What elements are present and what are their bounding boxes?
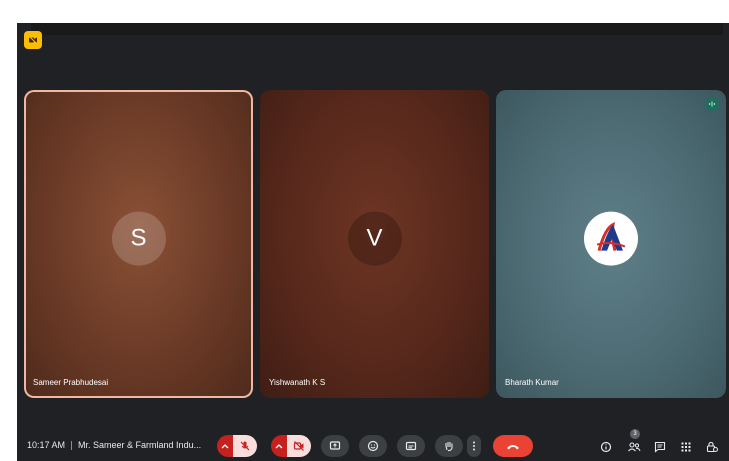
- camera-off-icon: [293, 441, 304, 451]
- captions-button[interactable]: [397, 435, 425, 457]
- company-logo-icon: [584, 211, 638, 266]
- meeting-title[interactable]: Mr. Sameer & Farmland Indu...: [78, 440, 201, 450]
- info-icon: [600, 441, 612, 453]
- emoji-icon: [367, 440, 379, 452]
- activities-icon: [681, 442, 691, 452]
- meeting-details-button[interactable]: [598, 439, 614, 455]
- people-count-badge: 3: [630, 429, 640, 439]
- captions-icon: [405, 441, 417, 451]
- leave-call-button[interactable]: [493, 435, 533, 457]
- raise-hand-button[interactable]: [435, 435, 463, 457]
- participant-name: Sameer Prabhudesai: [33, 378, 109, 387]
- present-button[interactable]: [321, 435, 349, 457]
- end-call-icon: [507, 445, 519, 450]
- people-button[interactable]: 3: [626, 429, 642, 455]
- chevron-up-icon: [221, 444, 229, 449]
- chat-button[interactable]: [652, 439, 668, 455]
- avatar-initial: S: [130, 224, 147, 252]
- participant-tile[interactable]: V Yishwanath K S: [260, 90, 489, 398]
- speaking-indicator-icon: [705, 97, 719, 111]
- meeting-info: 10:17 AM Mr. Sameer & Farmland Indu...: [27, 440, 201, 451]
- video-options-button[interactable]: [271, 435, 287, 457]
- raise-hand-icon: [445, 442, 453, 452]
- emoji-button[interactable]: [359, 435, 387, 457]
- avatar: S: [111, 211, 166, 266]
- no-video-badge-icon[interactable]: [24, 31, 42, 49]
- bottom-toolbar: 10:17 AM Mr. Sameer & Farmland Indu... 3: [17, 423, 729, 461]
- more-options-icon: [473, 441, 475, 451]
- participant-name: Bharath Kumar: [505, 378, 559, 387]
- top-strip: [31, 23, 723, 35]
- host-controls-icon: [706, 441, 718, 453]
- participant-name: Yishwanath K S: [269, 378, 326, 387]
- participant-tile[interactable]: Bharath Kumar: [496, 90, 726, 398]
- divider: [71, 441, 73, 451]
- more-options-button[interactable]: [467, 435, 481, 457]
- present-screen-icon: [329, 441, 341, 450]
- audio-options-button[interactable]: [217, 435, 233, 457]
- chat-icon: [654, 441, 666, 453]
- participant-tile[interactable]: S Sameer Prabhudesai: [24, 90, 253, 398]
- camera-toggle-button[interactable]: [287, 435, 311, 457]
- clock-time: 10:17 AM: [27, 440, 66, 450]
- meeting-stage: S Sameer Prabhudesai V Yishwanath K S Bh…: [17, 23, 729, 461]
- people-icon: [628, 442, 641, 452]
- mic-off-icon: [240, 441, 250, 451]
- avatar: V: [347, 211, 402, 266]
- activities-button[interactable]: [678, 439, 694, 455]
- avatar-initial: V: [366, 224, 383, 252]
- chevron-up-icon: [275, 444, 283, 449]
- mic-toggle-button[interactable]: [233, 435, 257, 457]
- host-controls-button[interactable]: [704, 439, 720, 455]
